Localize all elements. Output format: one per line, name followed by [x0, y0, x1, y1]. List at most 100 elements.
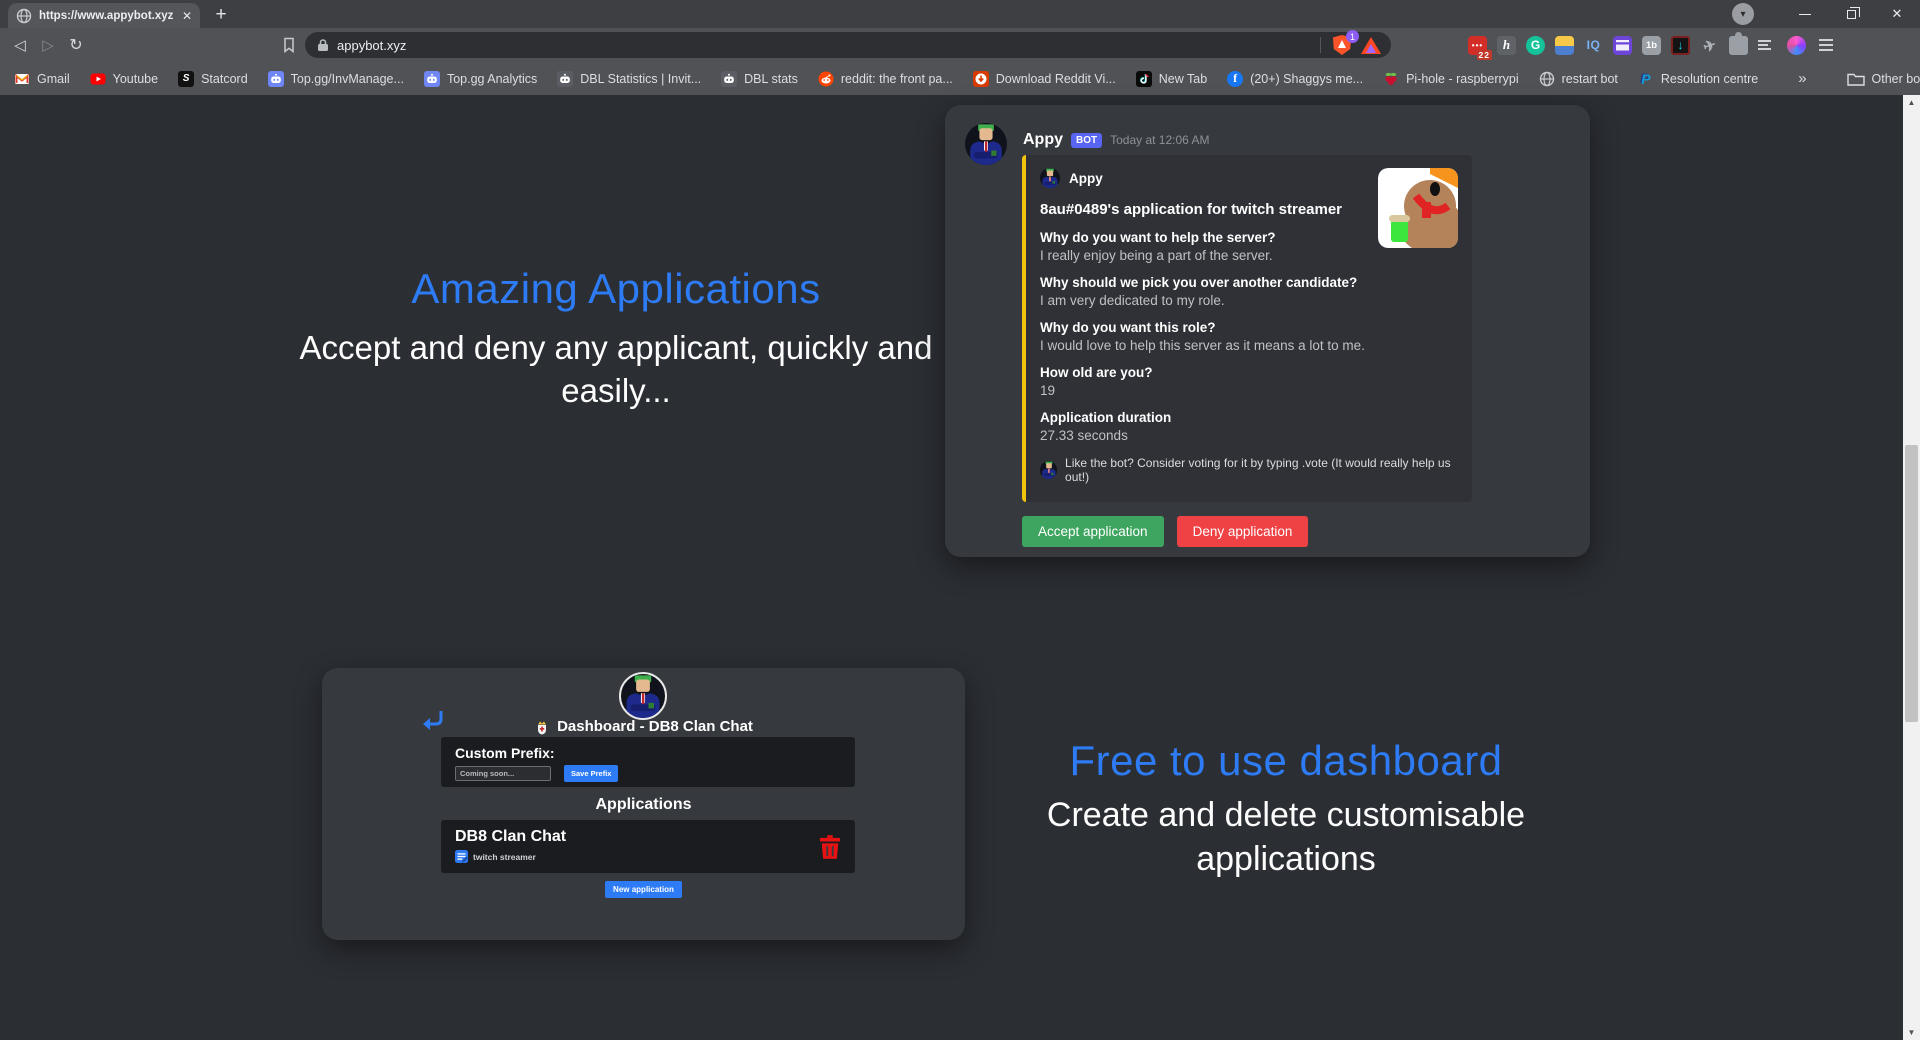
- bookmark-reddit[interactable]: reddit: the front pa...: [818, 71, 953, 87]
- bookmark-restart-bot[interactable]: restart bot: [1539, 71, 1618, 87]
- bookmark-gmail[interactable]: Gmail: [14, 71, 70, 87]
- bookmark-topgg-analytics[interactable]: Top.gg Analytics: [424, 71, 537, 87]
- divider: [1320, 37, 1321, 53]
- stealth-plane-icon[interactable]: ✈: [1698, 33, 1722, 57]
- scrollbar-thumb[interactable]: [1905, 445, 1918, 722]
- other-bookmarks-button[interactable]: Other bookmarks: [1847, 71, 1920, 87]
- tab-search-button[interactable]: ▾: [1732, 3, 1754, 25]
- embed-fields: Why do you want to help the server? I re…: [1040, 230, 1456, 443]
- playlist-icon[interactable]: [1758, 36, 1777, 55]
- dashboard-card: Dashboard - DB8 Clan Chat Custom Prefix:…: [322, 668, 965, 940]
- dashboard-title-row: Dashboard - DB8 Clan Chat: [322, 718, 965, 735]
- field-value: I am very dedicated to my role.: [1040, 293, 1456, 308]
- bookmark-youtube[interactable]: Youtube: [90, 71, 158, 87]
- bookmark-reddit-downloader[interactable]: Download Reddit Vi...: [973, 71, 1116, 87]
- url-text: appybot.xyz: [337, 38, 1308, 53]
- forward-button[interactable]: ▷: [34, 28, 62, 62]
- scroll-up-icon[interactable]: ▲: [1903, 95, 1920, 110]
- field-value: I really enjoy being a part of the serve…: [1040, 248, 1456, 263]
- application-row: DB8 Clan Chat twitch streamer: [441, 820, 855, 873]
- hero-applications-title: Amazing Applications: [256, 265, 976, 313]
- hero-applications: Amazing Applications Accept and deny any…: [256, 265, 976, 413]
- youtube-icon: [90, 71, 106, 87]
- address-bar[interactable]: appybot.xyz 1: [305, 32, 1391, 58]
- dbl-robot-icon: [721, 71, 737, 87]
- accept-application-button[interactable]: Accept application: [1022, 516, 1164, 547]
- embed-author-name: Appy: [1069, 171, 1103, 186]
- embed-author-avatar: [1040, 168, 1060, 188]
- hero-dashboard: Free to use dashboard Create and delete …: [1006, 737, 1566, 881]
- bookmark-flag-icon[interactable]: [282, 37, 296, 53]
- tab-strip: https://www.appybot.xyz ✕ + ▾ ✕: [0, 0, 1920, 28]
- delete-trash-icon[interactable]: [819, 835, 841, 859]
- downloader-icon[interactable]: ↓: [1671, 36, 1690, 55]
- reload-button[interactable]: ↻: [62, 28, 90, 62]
- message-timestamp: Today at 12:06 AM: [1110, 133, 1209, 147]
- field-value: 27.33 seconds: [1040, 428, 1456, 443]
- back-button[interactable]: ◁: [6, 28, 34, 62]
- statcord-icon: S: [178, 71, 194, 87]
- tab-close-icon[interactable]: ✕: [182, 9, 192, 23]
- bookmark-pihole[interactable]: Pi-hole - raspberrypi: [1383, 71, 1519, 87]
- menu-icon[interactable]: [1816, 36, 1835, 55]
- application-embed: Appy 8au#0489's application for twitch s…: [1022, 155, 1472, 502]
- restore-button[interactable]: [1828, 0, 1874, 28]
- discord-message-card: Appy BOT Today at 12:06 AM Appy 8au#0489…: [945, 105, 1590, 557]
- facebook-icon: f: [1227, 71, 1243, 87]
- bookmarks-overflow-chevron[interactable]: »: [1798, 70, 1806, 87]
- bot-badge: BOT: [1071, 133, 1102, 148]
- page-scrollbar[interactable]: ▲ ▼: [1903, 95, 1920, 1040]
- grammarly-icon[interactable]: G: [1526, 36, 1545, 55]
- bookmark-resolution-centre[interactable]: P Resolution centre: [1638, 71, 1758, 87]
- bookmark-facebook[interactable]: f (20+) Shaggys me...: [1227, 71, 1363, 87]
- bookmarks-bar: Gmail Youtube S Statcord Top.gg/InvManag…: [0, 62, 1920, 95]
- footer-text: Like the bot? Consider voting for it by …: [1065, 456, 1456, 484]
- bookmark-dbl-statistics[interactable]: DBL Statistics | Invit...: [557, 71, 701, 87]
- extensions-puzzle-icon[interactable]: [1729, 36, 1748, 55]
- hero-applications-subtitle: Accept and deny any applicant, quickly a…: [256, 327, 976, 413]
- message-buttons: Accept application Deny application: [1022, 516, 1308, 547]
- globe-icon: [1539, 71, 1555, 87]
- brave-shield-icon[interactable]: 1: [1333, 35, 1353, 55]
- minimize-button[interactable]: [1782, 0, 1828, 28]
- embed-footer: Like the bot? Consider voting for it by …: [1040, 456, 1456, 484]
- bot-avatar: [965, 123, 1007, 165]
- bookmark-dbl-stats[interactable]: DBL stats: [721, 71, 798, 87]
- extensions-row: ••• 22 h G IQ 1b ↓ ✈: [1468, 28, 1835, 62]
- bookmark-tiktok[interactable]: New Tab: [1136, 71, 1207, 87]
- lastpass-icon[interactable]: ••• 22: [1468, 36, 1487, 55]
- field-name: Why should we pick you over another cand…: [1040, 275, 1456, 290]
- topgg-robot-icon: [268, 71, 284, 87]
- hero-dashboard-title: Free to use dashboard: [1006, 737, 1566, 785]
- new-application-button[interactable]: New application: [605, 881, 682, 898]
- dbl-robot-icon: [557, 71, 573, 87]
- application-role: twitch streamer: [473, 852, 536, 862]
- gmail-icon: [14, 71, 30, 87]
- new-tab-button[interactable]: +: [208, 4, 234, 26]
- field-name: Application duration: [1040, 410, 1456, 425]
- honey-icon[interactable]: h: [1497, 36, 1516, 55]
- profile-avatar[interactable]: [1787, 36, 1806, 55]
- browser-tab[interactable]: https://www.appybot.xyz ✕: [8, 3, 200, 28]
- iq-extension-icon[interactable]: IQ: [1584, 36, 1603, 55]
- nav-bar: ◁ ▷ ↻ appybot.xyz 1 ••• 22 h G IQ 1b ↓ ✈: [0, 28, 1920, 62]
- prefix-input[interactable]: [455, 766, 551, 781]
- video-clapper-icon[interactable]: [1613, 36, 1632, 55]
- close-button[interactable]: ✕: [1874, 0, 1920, 28]
- scroll-down-icon[interactable]: ▼: [1903, 1025, 1920, 1040]
- bookmark-statcord[interactable]: S Statcord: [178, 71, 248, 87]
- raspberry-icon: [1383, 71, 1399, 87]
- bookmark-topgg-invmanage[interactable]: Top.gg/InvManage...: [268, 71, 404, 87]
- 1b-extension-icon[interactable]: 1b: [1642, 36, 1661, 55]
- save-prefix-button[interactable]: Save Prefix: [564, 765, 618, 782]
- tab-title: https://www.appybot.xyz: [39, 10, 175, 22]
- screenshot-tool-icon[interactable]: [1555, 36, 1574, 55]
- application-name: DB8 Clan Chat: [455, 828, 841, 846]
- field-value: I would love to help this server as it m…: [1040, 338, 1456, 353]
- server-avatar: [619, 672, 667, 720]
- window-controls: ▾ ✕: [1732, 0, 1920, 28]
- deny-application-button[interactable]: Deny application: [1177, 516, 1309, 547]
- custom-prefix-panel: Custom Prefix: Save Prefix: [441, 737, 855, 787]
- brave-rewards-icon[interactable]: [1361, 37, 1381, 54]
- applications-heading: Applications: [322, 796, 965, 814]
